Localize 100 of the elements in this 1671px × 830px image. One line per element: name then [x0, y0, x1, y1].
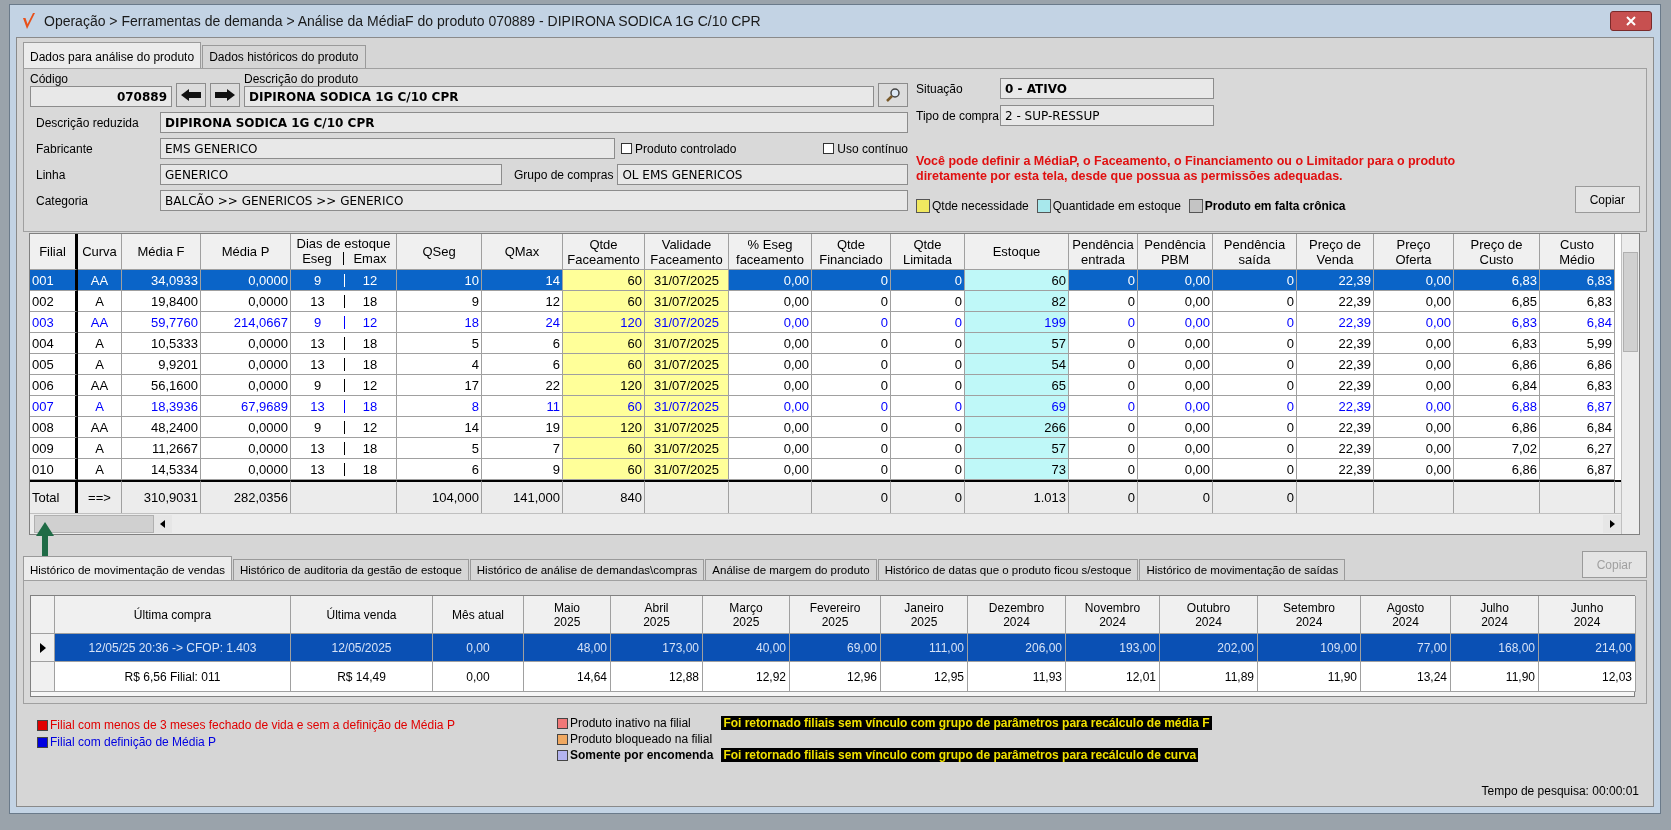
- column-header[interactable]: Eseg: [291, 251, 343, 266]
- column-header[interactable]: Qtde Faceamento: [563, 234, 645, 270]
- table-cell: 199: [965, 312, 1069, 333]
- table-cell: 12,95: [881, 662, 968, 692]
- table-cell: 6: [482, 354, 563, 375]
- tab[interactable]: Histórico de auditoria da gestão de estoque: [232, 559, 469, 580]
- checkbox-label: Produto controlado: [635, 141, 737, 156]
- column-header[interactable]: % Eseg faceamento: [729, 234, 812, 270]
- tab[interactable]: Análise de margem do produto: [705, 559, 877, 580]
- field-label: Descrição reduzida: [35, 115, 140, 130]
- column-header[interactable]: Última venda: [291, 596, 433, 634]
- vertical-scrollbar[interactable]: [1621, 234, 1639, 534]
- table-cell: 0: [812, 333, 891, 354]
- column-header[interactable]: Pendência entrada: [1069, 234, 1138, 270]
- field-label: Linha: [35, 167, 67, 182]
- column-header[interactable]: Validade Faceamento: [645, 234, 729, 270]
- column-header[interactable]: Novembro 2024: [1066, 596, 1160, 634]
- next-button[interactable]: [210, 83, 240, 107]
- table-cell: 11: [482, 396, 563, 417]
- table-cell: 22,39: [1297, 417, 1374, 438]
- code-field[interactable]: 070889: [30, 86, 172, 107]
- table-cell: 6: [397, 459, 482, 480]
- column-header[interactable]: Dezembro 2024: [968, 596, 1066, 634]
- column-header[interactable]: Preço de Venda: [1297, 234, 1374, 270]
- table-row[interactable]: 12/05/25 20:36 -> CFOP: 1.403 12/05/2025 0,00 48,00 173,00 40,00 69,00 111,00 206,00 193,00 202,00 109,00 77,00 168,00 214,00: [31, 634, 1634, 662]
- close-button[interactable]: [1610, 11, 1652, 31]
- column-header[interactable]: Maio 2025: [524, 596, 611, 634]
- column-header[interactable]: Fevereiro 2025: [790, 596, 881, 634]
- table-cell: 12: [344, 375, 397, 396]
- column-header[interactable]: Outubro 2024: [1160, 596, 1258, 634]
- column-header[interactable]: QSeg: [397, 234, 482, 270]
- column-header[interactable]: Julho 2024: [1451, 596, 1539, 634]
- close-icon: [1626, 16, 1636, 26]
- column-header[interactable]: Custo Médio: [1540, 234, 1615, 270]
- previous-button[interactable]: [176, 83, 206, 107]
- status-field[interactable]: 0 - ATIVO: [1000, 78, 1214, 99]
- column-header[interactable]: Agosto 2024: [1361, 596, 1451, 634]
- column-header[interactable]: Pendência PBM: [1138, 234, 1213, 270]
- table-cell: 0,00: [1374, 291, 1454, 312]
- checkbox[interactable]: [621, 143, 632, 154]
- row-indicator[interactable]: [31, 634, 55, 662]
- column-header[interactable]: Janeiro 2025: [881, 596, 968, 634]
- manufacturer-field[interactable]: EMS GENERICO: [160, 138, 615, 159]
- category-field[interactable]: BALCÃO >> GENERICOS >> GENERICO: [160, 190, 908, 211]
- column-header[interactable]: Emax: [344, 251, 396, 266]
- table-cell: 8: [397, 396, 482, 417]
- table-cell: 0,00: [729, 312, 812, 333]
- table-cell: 109,00: [1258, 634, 1361, 662]
- purchase-type-field[interactable]: 2 - SUP-RESSUP: [1000, 105, 1214, 126]
- tab[interactable]: Dados para análise do produto: [23, 42, 202, 68]
- table-cell: 0: [1213, 270, 1297, 291]
- column-header[interactable]: Qtde Financiado: [812, 234, 891, 270]
- table-cell: 60: [563, 396, 645, 417]
- column-header[interactable]: Filial: [30, 234, 78, 270]
- table-cell: 48,00: [524, 634, 611, 662]
- table-cell: 0,00: [1138, 354, 1213, 375]
- column-header[interactable]: QMax: [482, 234, 563, 270]
- column-header[interactable]: Junho 2024: [1539, 596, 1636, 634]
- short-description-field[interactable]: DIPIRONA SODICA 1G C/10 CPR: [160, 112, 908, 133]
- column-header[interactable]: Média P: [201, 234, 291, 270]
- column-header[interactable]: Média F: [122, 234, 201, 270]
- table-row[interactable]: R$ 6,56 Filial: 011 R$ 14,49 0,00 14,64 12,88 12,92 12,96 12,95 11,93 12,01 11,89 11,90 13,24 11,90 12,03: [31, 662, 1634, 692]
- column-header[interactable]: Mês atual: [433, 596, 524, 634]
- table-cell: 0,00: [1138, 459, 1213, 480]
- column-header[interactable]: Abril 2025: [611, 596, 703, 634]
- column-header[interactable]: Preço Oferta: [1374, 234, 1454, 270]
- column-header[interactable]: Curva: [78, 234, 122, 270]
- table-cell: A: [78, 396, 122, 417]
- table-cell: 0: [891, 438, 965, 459]
- horizontal-scrollbar[interactable]: [30, 513, 1621, 534]
- column-header[interactable]: Preço de Custo: [1454, 234, 1540, 270]
- copy-button[interactable]: Copiar: [1574, 186, 1640, 213]
- tab[interactable]: Histórico de movimentação de vendas: [23, 556, 232, 580]
- table-cell: 0: [1213, 354, 1297, 375]
- tab[interactable]: Dados históricos do produto: [202, 45, 366, 68]
- purchase-group-field[interactable]: OL EMS GENERICOS: [617, 164, 908, 185]
- line-field[interactable]: GENERICO: [160, 164, 502, 185]
- table-cell: 19,8400: [122, 291, 201, 312]
- column-header[interactable]: Setembro 2024: [1258, 596, 1361, 634]
- table-cell: 7: [482, 438, 563, 459]
- column-header[interactable]: Qtde Limitada: [891, 234, 965, 270]
- table-cell: 12: [344, 417, 397, 438]
- search-button[interactable]: [878, 83, 908, 107]
- checkbox[interactable]: [823, 143, 835, 154]
- table-cell: 13,24: [1361, 662, 1451, 692]
- column-header[interactable]: Março 2025: [703, 596, 790, 634]
- column-group-header[interactable]: Dias de estoque Eseg Emax: [291, 234, 397, 270]
- column-header[interactable]: Última compra: [55, 596, 291, 634]
- table-cell: 10,5333: [122, 333, 201, 354]
- column-header[interactable]: Pendência saída: [1213, 234, 1297, 270]
- table-cell: 0,00: [1374, 354, 1454, 375]
- tab[interactable]: Histórico de datas que o produto ficou s/estoque: [877, 559, 1139, 580]
- table-cell: 22,39: [1297, 270, 1374, 291]
- tab[interactable]: Histórico de análise de demandas\compras: [469, 559, 705, 580]
- table-cell: 22,39: [1297, 354, 1374, 375]
- table-cell: 007: [30, 396, 78, 417]
- tab[interactable]: Histórico de movimentação de saídas: [1139, 559, 1346, 580]
- description-field[interactable]: DIPIRONA SODICA 1G C/10 CPR: [244, 86, 874, 107]
- column-header[interactable]: Estoque: [965, 234, 1069, 270]
- table-cell: 65: [965, 375, 1069, 396]
